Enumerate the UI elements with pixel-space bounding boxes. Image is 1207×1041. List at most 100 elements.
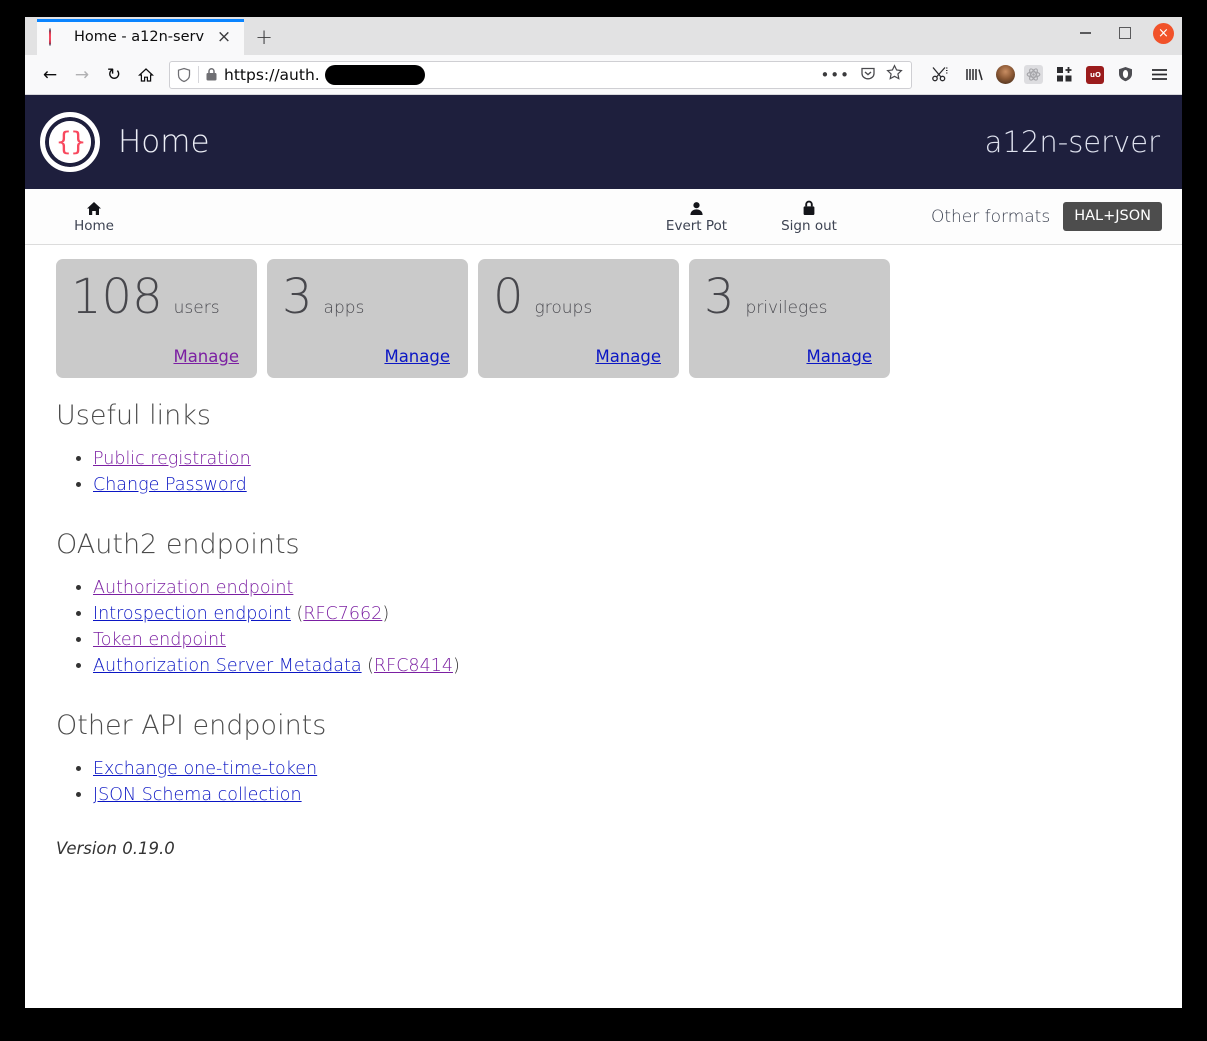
brand-name: a12n-server — [984, 125, 1160, 159]
link-sections: Useful links Public registration Change Pa… — [56, 400, 1162, 805]
stat-card-users: 108 users Manage — [56, 259, 257, 378]
page-actions-icon[interactable]: ••• — [820, 66, 850, 84]
nav-item-home[interactable]: Home — [63, 199, 125, 234]
stat-card-label: privileges — [745, 298, 828, 318]
screenshot-icon[interactable] — [928, 62, 953, 87]
urlbar-divider — [198, 66, 199, 83]
stat-card-label: users — [173, 298, 220, 318]
stat-card-count: 0 — [493, 269, 524, 325]
ublock-origin-icon[interactable]: uO — [1086, 65, 1104, 84]
padlock-icon[interactable] — [205, 67, 218, 82]
paren-close: ) — [452, 656, 460, 676]
endpoint-link[interactable]: Token endpoint — [93, 630, 226, 650]
svg-text:uO: uO — [1090, 71, 1101, 79]
toolbar-extension-icons: uO — [928, 62, 1172, 87]
tab-strip: Home - a12n-server × + × — [25, 17, 1182, 55]
endpoint-link[interactable]: Authorization Server Metadata — [93, 656, 362, 676]
other-formats-group: Other formats HAL+JSON — [931, 202, 1162, 231]
stat-card-label: apps — [323, 298, 365, 318]
browser-window: Home - a12n-server × + × ← → ↻ — [25, 17, 1182, 1008]
back-icon[interactable]: ← — [35, 60, 65, 90]
endpoint-link[interactable]: Change Password — [93, 475, 247, 495]
stat-cards: 108 users Manage 3 apps Manage 0 groups Manage 3 p… — [56, 259, 1162, 378]
rfc-link[interactable]: RFC7662 — [303, 604, 382, 624]
list-item: Token endpoint — [93, 630, 1162, 650]
profile-avatar-icon[interactable] — [996, 65, 1015, 84]
list-item: Change Password — [93, 475, 1162, 495]
address-bar[interactable]: https://auth. ••• — [169, 60, 912, 89]
manage-link-privileges[interactable]: Manage — [806, 347, 872, 366]
logo-braces: {} — [49, 121, 91, 163]
list-item: Introspection endpoint (RFC7662) — [93, 604, 1162, 624]
endpoint-link[interactable]: Introspection endpoint — [93, 604, 291, 624]
a12n-server-favicon-icon — [49, 27, 66, 46]
format-hal-json-button[interactable]: HAL+JSON — [1063, 202, 1162, 231]
tracking-protection-shield-icon[interactable] — [176, 67, 192, 83]
window-controls: × — [1073, 21, 1174, 45]
manage-link-apps[interactable]: Manage — [384, 347, 450, 366]
maximize-window-button[interactable] — [1113, 21, 1137, 45]
minimize-window-button[interactable] — [1073, 21, 1097, 45]
bookmark-star-icon[interactable] — [886, 64, 903, 85]
desktop-background: Home - a12n-server × + × ← → ↻ — [0, 0, 1207, 1041]
close-tab-icon[interactable]: × — [212, 25, 236, 49]
nav-right-group: Evert Pot Sign out Other formats HAL+JSO… — [656, 199, 1162, 234]
stat-card-count: 108 — [71, 269, 163, 325]
rfc-link[interactable]: RFC8414 — [374, 656, 453, 676]
stat-card-privileges: 3 privileges Manage — [689, 259, 890, 378]
close-window-button[interactable]: × — [1153, 22, 1174, 44]
home-icon[interactable] — [131, 60, 161, 90]
section-heading: Other API endpoints — [56, 710, 327, 741]
list-item: Public registration — [93, 449, 1162, 469]
stat-card-footer: Manage — [704, 347, 872, 366]
browser-tab-home[interactable]: Home - a12n-server × — [37, 19, 244, 55]
section-link-list: Exchange one-time-token JSON Schema colle… — [56, 759, 1162, 805]
manage-link-groups[interactable]: Manage — [595, 347, 661, 366]
endpoint-link[interactable]: Public registration — [93, 449, 251, 469]
page-viewport: {} Home a12n-server Home Evert Pot Sign … — [25, 95, 1182, 1008]
stat-card-footer: Manage — [282, 347, 450, 366]
paren-close: ) — [382, 604, 390, 624]
section-link-list: Public registration Change Password — [56, 449, 1162, 495]
url-redaction-block — [324, 64, 425, 85]
stat-card-header: 108 users — [71, 273, 239, 321]
endpoint-link[interactable]: JSON Schema collection — [93, 785, 302, 805]
list-item: Authorization Server Metadata (RFC8414) — [93, 656, 1162, 676]
reload-icon[interactable]: ↻ — [99, 60, 129, 90]
forward-icon[interactable]: → — [67, 60, 97, 90]
browser-toolbar: ← → ↻ https://auth. ••• uO — [25, 55, 1182, 95]
stat-card-groups: 0 groups Manage — [478, 259, 679, 378]
library-icon[interactable] — [962, 62, 987, 87]
new-tab-button[interactable]: + — [252, 25, 276, 49]
app-header: {} Home a12n-server — [25, 95, 1182, 189]
nav-item-signout[interactable]: Sign out — [771, 199, 847, 234]
urlbar-actions: ••• — [820, 64, 905, 85]
endpoint-link[interactable]: Exchange one-time-token — [93, 759, 317, 779]
stat-card-count: 3 — [704, 269, 735, 325]
nav-item-signout-label: Sign out — [781, 218, 837, 234]
app-nav-bar: Home Evert Pot Sign out Other formats HA… — [25, 189, 1182, 245]
privacy-badger-icon[interactable] — [1113, 62, 1138, 87]
manage-link-users[interactable]: Manage — [173, 347, 239, 366]
endpoint-link[interactable]: Authorization endpoint — [93, 578, 293, 598]
person-icon — [689, 199, 704, 216]
list-item: Authorization endpoint — [93, 578, 1162, 598]
extensions-grid-icon[interactable] — [1052, 62, 1077, 87]
stat-card-label: groups — [534, 298, 593, 318]
paren-open: ( — [361, 656, 374, 676]
other-formats-label: Other formats — [930, 206, 1051, 227]
pocket-icon[interactable] — [860, 65, 876, 85]
page-title: Home — [118, 124, 210, 160]
stat-card-footer: Manage — [493, 347, 661, 366]
section-heading: OAuth2 endpoints — [56, 529, 300, 560]
url-text: https://auth. — [224, 65, 320, 84]
nav-item-user[interactable]: Evert Pot — [656, 199, 737, 234]
app-menu-icon[interactable] — [1147, 62, 1172, 87]
stat-card-header: 0 groups — [493, 273, 661, 321]
lock-icon — [802, 199, 816, 216]
stat-card-apps: 3 apps Manage — [267, 259, 468, 378]
a12n-server-logo-icon: {} — [40, 112, 100, 172]
section-heading: Useful links — [56, 400, 211, 431]
nav-item-home-label: Home — [74, 218, 114, 234]
react-devtools-icon[interactable] — [1024, 65, 1043, 84]
